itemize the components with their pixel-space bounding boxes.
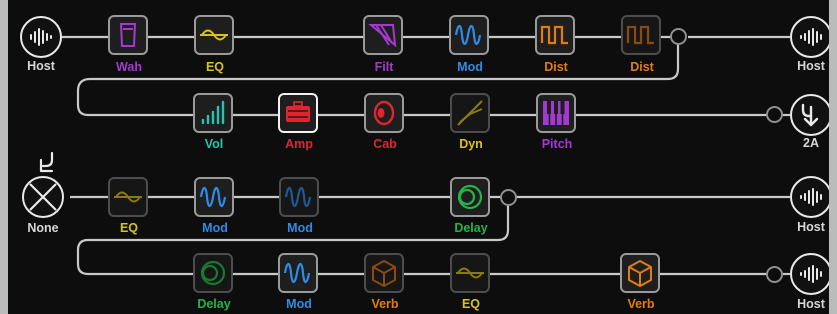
block-mod-bypassed[interactable] [279, 177, 319, 217]
block-eq-bypassed[interactable] [450, 253, 490, 293]
block-label: Mod [202, 221, 228, 235]
wire-path-1b [76, 45, 768, 117]
block-label: Dyn [459, 137, 483, 151]
split-point[interactable] [500, 189, 517, 206]
filter-icon [368, 24, 397, 48]
block-label: Mod [287, 221, 313, 235]
block-label: Dist [630, 60, 654, 74]
none-x-icon [29, 183, 57, 211]
block-mod[interactable] [278, 253, 318, 293]
block-mod[interactable] [194, 177, 234, 217]
block-dyn-bypassed[interactable] [450, 93, 490, 133]
delay-rings-icon [457, 184, 483, 210]
block-delay[interactable] [450, 177, 490, 217]
output-label: Host [797, 59, 825, 73]
output-node-host[interactable] [790, 253, 829, 295]
block-label: Pitch [541, 137, 573, 151]
join-point[interactable] [766, 106, 783, 123]
wire-path-2b [76, 205, 768, 276]
block-filt[interactable] [363, 15, 403, 55]
block-pitch[interactable] [536, 93, 576, 133]
block-label: EQ [119, 221, 139, 235]
output-label: Host [797, 220, 825, 234]
block-label: Wah [116, 60, 142, 74]
block-cab[interactable] [364, 93, 404, 133]
block-mod[interactable] [449, 15, 489, 55]
block-verb[interactable] [620, 253, 660, 293]
eq-wave-icon [456, 267, 484, 279]
delay-rings-icon [200, 260, 226, 286]
block-label: EQ [205, 60, 225, 74]
block-label: Verb [627, 297, 655, 311]
volume-bars-icon [201, 100, 225, 125]
block-eq[interactable] [194, 15, 234, 55]
verb-cube-icon [372, 260, 396, 287]
output-node-2a[interactable] [790, 94, 829, 136]
input-arrow-icon [39, 151, 54, 173]
join-point[interactable] [766, 266, 783, 283]
block-label: Mod [457, 60, 483, 74]
output-node-host[interactable] [790, 176, 829, 218]
input-node-none[interactable] [22, 176, 64, 218]
waveform-icon [800, 265, 822, 283]
pitch-keys-icon [543, 101, 569, 125]
block-label: Mod [286, 297, 312, 311]
waveform-icon [800, 28, 822, 46]
signal-flow-view: Host Wah EQ Filt Mod Dist Dist Host Vol … [8, 0, 829, 314]
dist-square-icon [540, 25, 568, 45]
block-label: Filt [374, 60, 394, 74]
input-node-host[interactable] [20, 16, 62, 58]
waveform-icon [30, 28, 52, 46]
input-label: None [27, 221, 59, 235]
block-label: Amp [285, 137, 313, 151]
mod-wave-icon [454, 24, 482, 46]
block-label: Vol [204, 137, 224, 151]
split-point[interactable] [670, 28, 687, 45]
block-vol[interactable] [193, 93, 233, 133]
block-label: Cab [373, 137, 397, 151]
block-dist-bypassed[interactable] [621, 15, 661, 55]
output-label: Host [797, 297, 825, 311]
input-label: Host [27, 59, 55, 73]
block-verb-bypassed[interactable] [364, 253, 404, 293]
block-label: Delay [197, 297, 231, 311]
wah-pedal-icon [119, 23, 137, 47]
block-eq-bypassed[interactable] [108, 177, 148, 217]
eq-wave-icon [200, 29, 228, 41]
block-label: Verb [371, 297, 399, 311]
mod-wave-icon [284, 186, 312, 208]
block-wah[interactable] [108, 15, 148, 55]
block-label: Delay [454, 221, 488, 235]
block-dist[interactable] [535, 15, 575, 55]
mod-wave-icon [283, 262, 311, 284]
eq-wave-icon [114, 191, 142, 203]
dyn-slope-icon [457, 100, 483, 126]
output-label: 2A [803, 136, 819, 150]
mod-wave-icon [199, 186, 227, 208]
output-node-host[interactable] [790, 16, 829, 58]
block-delay-bypassed[interactable] [193, 253, 233, 293]
verb-cube-icon [628, 260, 652, 287]
block-amp[interactable] [278, 93, 318, 133]
path-split-arrow-icon [801, 103, 819, 127]
waveform-icon [800, 188, 822, 206]
cab-speaker-icon [373, 100, 395, 126]
amp-head-icon [286, 101, 310, 122]
block-label: EQ [461, 297, 481, 311]
dist-square-icon [626, 25, 654, 45]
block-label: Dist [544, 60, 568, 74]
